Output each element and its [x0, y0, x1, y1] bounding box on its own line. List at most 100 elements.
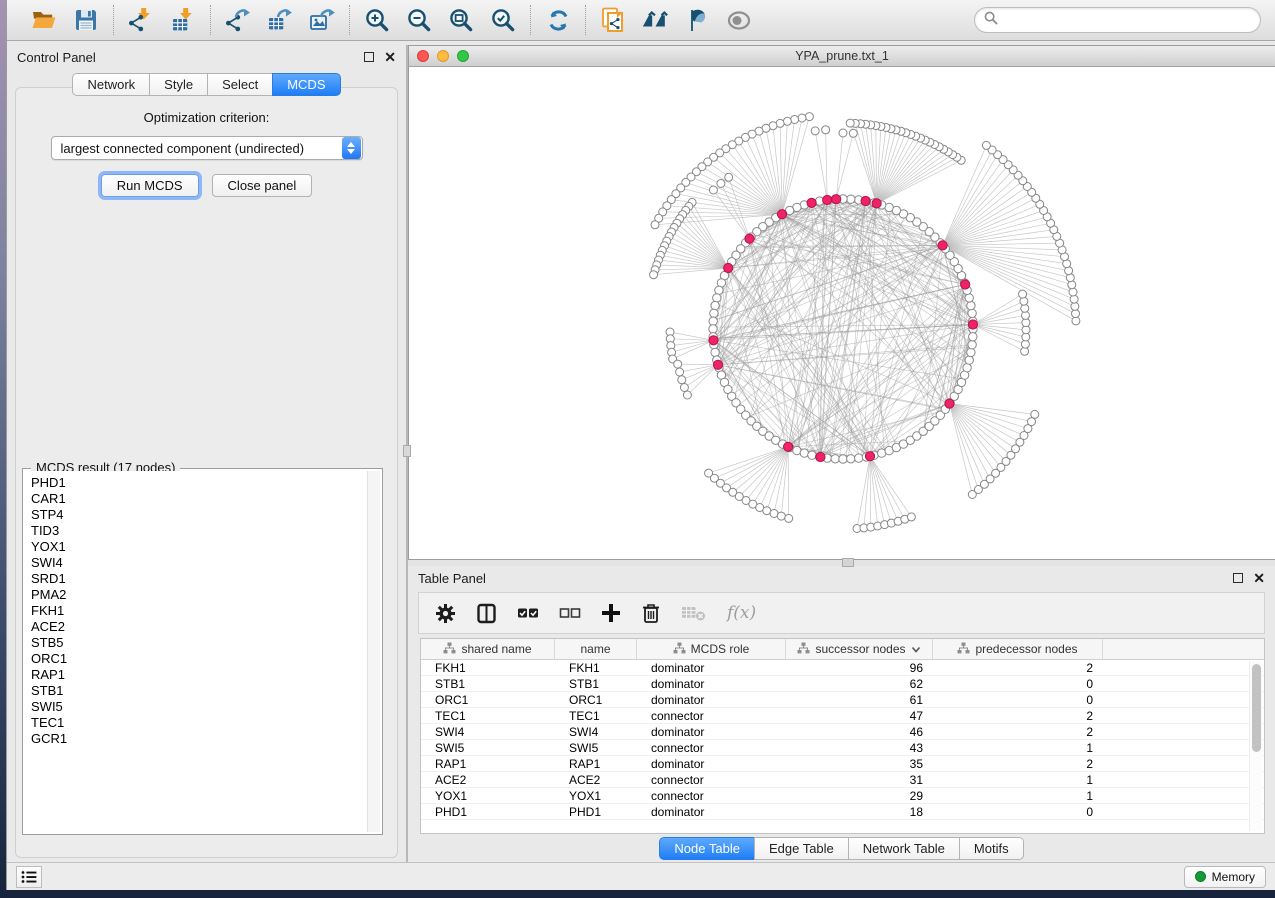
table-row[interactable]: YOX1YOX1connector291 [421, 788, 1264, 804]
settings-icon[interactable] [435, 603, 456, 624]
optimization-criterion-select[interactable]: largest connected component (undirected) [51, 136, 363, 160]
cell-shared-name: STB1 [421, 676, 555, 691]
deselect-all-icon[interactable] [559, 605, 581, 621]
mcds-result-item[interactable]: STP4 [31, 507, 380, 523]
import-table-icon[interactable] [169, 6, 197, 34]
table-row[interactable]: SWI5SWI5connector431 [421, 740, 1264, 756]
mcds-result-item[interactable]: TID3 [31, 523, 380, 539]
table-row[interactable]: ACE2ACE2connector311 [421, 772, 1264, 788]
zoom-out-icon[interactable] [405, 6, 433, 34]
tab-style[interactable]: Style [149, 73, 208, 96]
select-all-icon[interactable] [517, 605, 539, 621]
mcds-result-item[interactable]: ACE2 [31, 619, 380, 635]
table-row[interactable]: RAP1RAP1dominator352 [421, 756, 1264, 772]
cell-predecessor-nodes: 2 [933, 724, 1103, 739]
mcds-list-scrollbar[interactable] [367, 471, 380, 832]
table-row[interactable]: TEC1TEC1connector472 [421, 708, 1264, 724]
memory-label: Memory [1212, 870, 1255, 884]
mcds-result-item[interactable]: RAP1 [31, 667, 380, 683]
import-network-icon[interactable] [127, 6, 155, 34]
cell-name: FKH1 [555, 660, 637, 675]
network-graph[interactable] [409, 67, 1275, 559]
cell-MCDS-role: dominator [637, 724, 786, 739]
close-panel-icon[interactable]: ✕ [384, 52, 396, 62]
table-row[interactable]: STB1STB1dominator620 [421, 676, 1264, 692]
tab-motifs[interactable]: Motifs [959, 837, 1024, 860]
export-table-icon[interactable] [266, 6, 294, 34]
table-row[interactable]: FKH1FKH1dominator962 [421, 660, 1264, 676]
control-panel-header: Control Panel ✕ [7, 45, 406, 69]
horizontal-splitter[interactable] [408, 560, 1275, 566]
close-table-panel-icon[interactable]: ✕ [1253, 573, 1265, 583]
close-panel-button[interactable]: Close panel [212, 174, 313, 197]
mcds-result-item[interactable]: SWI4 [31, 555, 380, 571]
zoom-fit-icon[interactable] [447, 6, 475, 34]
zoom-selected-icon[interactable] [489, 6, 517, 34]
optimization-criterion-value: largest connected component (undirected) [52, 141, 342, 156]
zoom-in-icon[interactable] [363, 6, 391, 34]
vertical-splitter-handle[interactable] [403, 445, 411, 457]
cell-predecessor-nodes: 0 [933, 804, 1103, 819]
mcds-result-item[interactable]: CAR1 [31, 491, 380, 507]
tab-node-table[interactable]: Node Table [659, 837, 755, 860]
cell-predecessor-nodes: 2 [933, 660, 1103, 675]
task-history-button[interactable] [16, 866, 42, 888]
first-neighbors-icon[interactable] [641, 6, 669, 34]
cell-predecessor-nodes: 0 [933, 692, 1103, 707]
table-row[interactable]: PHD1PHD1dominator180 [421, 804, 1264, 820]
hide-selected-icon[interactable] [683, 6, 711, 34]
toolbar-group [350, 6, 530, 34]
search-input[interactable] [1004, 13, 1251, 28]
mcds-result-item[interactable]: ORC1 [31, 651, 380, 667]
delete-column-icon[interactable] [641, 602, 661, 624]
float-panel-icon[interactable] [364, 52, 374, 62]
org-chart-icon [957, 642, 970, 657]
mcds-result-item[interactable]: TEC1 [31, 715, 380, 731]
column-header-MCDS-role[interactable]: MCDS role [637, 639, 786, 659]
mcds-result-item[interactable]: FKH1 [31, 603, 380, 619]
table-scrollbar-thumb[interactable] [1252, 664, 1261, 752]
add-column-icon[interactable] [601, 603, 621, 623]
toolbar-group [17, 6, 113, 34]
export-image-icon[interactable] [308, 6, 336, 34]
search-field[interactable] [974, 7, 1261, 33]
show-all-icon[interactable] [725, 6, 753, 34]
control-panel-title: Control Panel [17, 50, 364, 65]
cell-successor-nodes: 96 [786, 660, 933, 675]
mcds-result-item[interactable]: GCR1 [31, 731, 380, 747]
memory-button[interactable]: Memory [1184, 866, 1266, 888]
graph-hub-node [745, 234, 754, 243]
float-table-panel-icon[interactable] [1233, 573, 1243, 583]
mcds-result-item[interactable]: STB1 [31, 683, 380, 699]
mcds-result-item[interactable]: SRD1 [31, 571, 380, 587]
mcds-result-item[interactable]: PMA2 [31, 587, 380, 603]
tab-edge-table[interactable]: Edge Table [754, 837, 849, 860]
cell-name: TEC1 [555, 708, 637, 723]
mcds-result-item[interactable]: STB5 [31, 635, 380, 651]
column-header-successor-nodes[interactable]: successor nodes [786, 639, 933, 659]
vertical-splitter[interactable] [406, 45, 408, 862]
tab-network[interactable]: Network [72, 73, 150, 96]
mcds-result-item[interactable]: PHD1 [31, 475, 380, 491]
save-session-icon[interactable] [72, 6, 100, 34]
column-header-shared-name[interactable]: shared name [421, 639, 555, 659]
column-header-predecessor-nodes[interactable]: predecessor nodes [933, 639, 1103, 659]
table-scrollbar[interactable] [1249, 661, 1262, 831]
mcds-result-item[interactable]: SWI5 [31, 699, 380, 715]
mcds-result-list[interactable]: PHD1CAR1STP4TID3YOX1SWI4SRD1PMA2FKH1ACE2… [25, 471, 380, 832]
tab-network-table[interactable]: Network Table [848, 837, 960, 860]
column-header-name[interactable]: name [555, 639, 637, 659]
table-row[interactable]: ORC1ORC1dominator610 [421, 692, 1264, 708]
open-file-icon[interactable] [30, 6, 58, 34]
tab-mcds[interactable]: MCDS [272, 73, 340, 96]
table-row[interactable]: SWI4SWI4dominator462 [421, 724, 1264, 740]
mcds-result-item[interactable]: YOX1 [31, 539, 380, 555]
refresh-layout-icon[interactable] [544, 6, 572, 34]
column-visibility-icon[interactable] [476, 603, 497, 624]
tab-select[interactable]: Select [207, 73, 273, 96]
table-body: FKH1FKH1dominator962STB1STB1dominator620… [421, 660, 1264, 833]
run-mcds-button[interactable]: Run MCDS [101, 174, 199, 197]
horizontal-splitter-handle[interactable] [842, 558, 854, 567]
new-network-from-selection-icon[interactable] [599, 6, 627, 34]
export-network-icon[interactable] [224, 6, 252, 34]
